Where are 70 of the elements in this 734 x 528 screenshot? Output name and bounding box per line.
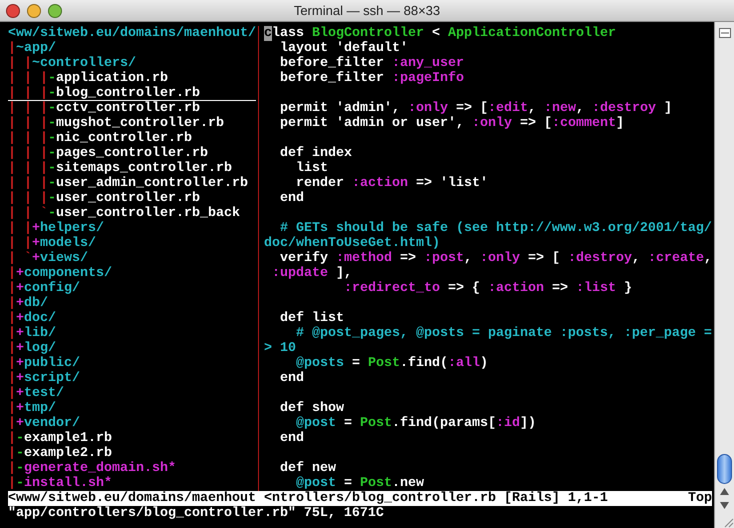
code-line: before_filter :pageInfo <box>278 71 464 86</box>
close-button[interactable] <box>6 4 20 18</box>
tree-item[interactable]: | | |-cctv_controller.rb <box>8 101 200 116</box>
code-line: def show <box>278 401 344 416</box>
tree-item[interactable]: |+tmp/ <box>8 401 56 416</box>
status-file-info: <ntrollers/blog_controller.rb [Rails] 1,1-1 <box>264 491 608 506</box>
tree-item[interactable]: |-example1.rb <box>8 431 112 446</box>
message-line: "app/controllers/blog_controller.rb" 75L, 1671C <box>8 506 385 521</box>
tree-item[interactable]: |-install.sh* <box>8 476 112 491</box>
code-line: permit 'admin or user', :only => [:comment] <box>278 116 624 131</box>
tree-item[interactable]: | | |-application.rb <box>8 71 168 86</box>
code-line: end <box>278 371 304 386</box>
code-line: def list <box>278 311 344 326</box>
code-line: verify :method => :post, :only => [ :destroy, :create, <box>278 251 712 266</box>
tree-item[interactable]: | | |-user_admin_controller.rb <box>8 176 248 191</box>
code-line: list <box>294 161 328 176</box>
tree-item[interactable]: | | `-user_controller.rb_back <box>8 206 240 221</box>
status-path: <www/sitweb.eu/domains/maenhout <box>8 491 257 506</box>
code-line: @post = Post.find(params[:id]) <box>294 416 536 431</box>
tree-item[interactable]: |+components/ <box>8 266 112 281</box>
code-line: permit 'admin', :only => [:edit, :new, :destroy ] <box>278 101 672 116</box>
scroll-thumb[interactable] <box>717 454 732 484</box>
tree-item[interactable]: |+test/ <box>8 386 64 401</box>
tree-item[interactable]: |+config/ <box>8 281 80 296</box>
up-arrow-icon <box>720 488 729 494</box>
code-line: layout 'default' <box>278 41 408 56</box>
tree-item[interactable]: |+script/ <box>8 371 80 386</box>
minimize-button[interactable] <box>27 4 41 18</box>
tree-item[interactable]: | |~controllers/ <box>8 56 136 71</box>
tree-item[interactable]: |+db/ <box>8 296 48 311</box>
split-icon[interactable] <box>718 28 730 38</box>
code-line: end <box>278 191 304 206</box>
tree-item[interactable]: |+log/ <box>8 341 56 356</box>
code-line: :redirect_to => { :action => :list } <box>342 281 632 296</box>
code-line: :update ], <box>270 266 352 281</box>
down-arrow-icon <box>720 502 729 508</box>
tree-item[interactable]: | | |-nic_controller.rb <box>8 131 192 146</box>
tree-item[interactable]: |-example2.rb <box>8 446 112 461</box>
tree-item[interactable]: | |+helpers/ <box>8 221 104 236</box>
tree-item[interactable]: | | |-blog_controller.rb <box>8 86 256 101</box>
code-line: @posts = Post.find(:all) <box>294 356 488 371</box>
resize-grip-icon[interactable] <box>722 516 734 528</box>
code-line: def index <box>278 146 352 161</box>
tree-item[interactable]: |-generate_domain.sh* <box>8 461 176 476</box>
code-line: @post = Post.new <box>294 476 424 491</box>
code-line: render :action => 'list' <box>294 176 488 191</box>
tree-item[interactable]: |+doc/ <box>8 311 56 326</box>
tree-item[interactable]: |+vendor/ <box>8 416 80 431</box>
zoom-button[interactable] <box>48 4 62 18</box>
scrollbar[interactable] <box>714 22 734 528</box>
code-line: doc/whenToUseGet.html) <box>264 236 440 251</box>
code-line: end <box>278 431 304 446</box>
status-position: Top <box>688 491 712 506</box>
tree-item[interactable]: | | |-pages_controller.rb <box>8 146 208 161</box>
tree-item[interactable]: | | |-sitemaps_controller.rb <box>8 161 232 176</box>
code-line: # GETs should be safe (see http://www.w3.org/2001/tag/ <box>278 221 712 236</box>
code-line: before_filter :any_user <box>278 56 464 71</box>
code-line: class BlogController < ApplicationController <box>264 26 616 41</box>
tree-item[interactable]: | | |-mugshot_controller.rb <box>8 116 224 131</box>
tree-item[interactable]: |+public/ <box>8 356 80 371</box>
code-line: # @post_pages, @posts = paginate :posts, :per_page = <box>296 326 712 341</box>
tree-item[interactable]: |+lib/ <box>8 326 56 341</box>
tree-item[interactable]: | | |-user_controller.rb <box>8 191 200 206</box>
tree-item[interactable]: <ww/sitweb.eu/domains/maenhout/ <box>8 26 256 41</box>
code-line: def new <box>278 461 336 476</box>
code-line: > 10 <box>264 341 296 356</box>
tree-item[interactable]: | `+views/ <box>8 251 88 266</box>
window-title: Terminal — ssh — 88×33 <box>294 2 440 20</box>
tree-item[interactable]: | |+models/ <box>8 236 96 251</box>
tree-item[interactable]: |~app/ <box>8 41 56 56</box>
